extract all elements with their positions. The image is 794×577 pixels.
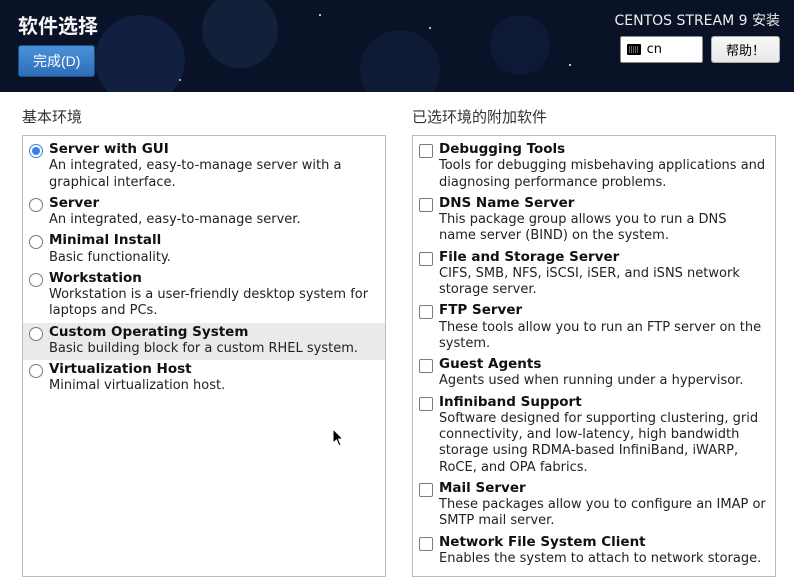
checkbox-icon[interactable]: [419, 537, 433, 551]
addon-item-label: Mail Server: [439, 480, 526, 496]
addon-item-desc: Agents used when running under a hypervi…: [439, 373, 743, 388]
addon-item-label: Network File System Client: [439, 534, 646, 550]
addon-item-desc: These packages allow you to configure an…: [439, 497, 766, 528]
checkbox-icon[interactable]: [419, 397, 433, 411]
addon-item-label: Guest Agents: [439, 356, 541, 372]
addon-item-desc: Tools for debugging misbehaving applicat…: [439, 158, 765, 189]
addon-item-label: DNS Name Server: [439, 195, 574, 211]
env-item-label: Server: [49, 195, 99, 211]
addon-item[interactable]: Infiniband SupportSoftware designed for …: [413, 393, 775, 479]
content: 基本环境 Server with GUIAn integrated, easy-…: [0, 92, 794, 577]
checkbox-icon[interactable]: [419, 359, 433, 373]
header: 软件选择 完成(D) CENTOS STREAM 9 安装 cn 帮助！: [0, 0, 794, 92]
addons-column: 已选环境的附加软件 Debugging ToolsTools for debug…: [412, 106, 776, 577]
addon-item[interactable]: DNS Name ServerThis package group allows…: [413, 194, 775, 248]
addon-item[interactable]: Debugging ToolsTools for debugging misbe…: [413, 140, 775, 194]
base-environment-title: 基本环境: [22, 106, 386, 127]
addon-item-label: Debugging Tools: [439, 141, 565, 157]
addon-item[interactable]: Network File System ClientEnables the sy…: [413, 533, 775, 571]
env-item[interactable]: ServerAn integrated, easy-to-manage serv…: [23, 194, 385, 232]
keyboard-layout-label: cn: [647, 42, 662, 57]
env-item[interactable]: Minimal Install Basic functionality.: [23, 231, 385, 269]
env-item-label: Virtualization Host: [49, 361, 192, 377]
radio-icon[interactable]: [29, 235, 43, 249]
keyboard-layout-selector[interactable]: cn: [620, 36, 703, 63]
checkbox-icon[interactable]: [419, 305, 433, 319]
addons-title: 已选环境的附加软件: [412, 106, 776, 127]
addon-item-label: FTP Server: [439, 302, 522, 318]
checkbox-icon[interactable]: [419, 483, 433, 497]
addons-list[interactable]: Debugging ToolsTools for debugging misbe…: [412, 135, 776, 577]
env-item[interactable]: Server with GUIAn integrated, easy-to-ma…: [23, 140, 385, 194]
addon-item[interactable]: File and Storage ServerCIFS, SMB, NFS, i…: [413, 248, 775, 302]
radio-icon[interactable]: [29, 327, 43, 341]
checkbox-icon[interactable]: [419, 144, 433, 158]
env-item-desc: An integrated, easy-to-manage server.: [49, 212, 301, 227]
env-item-desc: An integrated, easy-to-manage server wit…: [49, 158, 341, 189]
checkbox-icon[interactable]: [419, 252, 433, 266]
addon-item-desc: Enables the system to attach to network …: [439, 551, 761, 566]
env-item-desc: Basic functionality.: [49, 250, 171, 265]
addon-item-desc: Software designed for supporting cluster…: [439, 411, 758, 475]
base-environment-list[interactable]: Server with GUIAn integrated, easy-to-ma…: [22, 135, 386, 577]
env-item-label: Server with GUI: [49, 141, 169, 157]
addon-item-label: File and Storage Server: [439, 249, 619, 265]
done-button[interactable]: 完成(D): [18, 45, 95, 77]
addon-item[interactable]: Mail ServerThese packages allow you to c…: [413, 479, 775, 533]
env-item-desc: Workstation is a user-friendly desktop s…: [49, 287, 368, 318]
help-button[interactable]: 帮助！: [711, 36, 780, 63]
env-item-desc: Minimal virtualization host.: [49, 378, 225, 393]
addon-item-desc: These tools allow you to run an FTP serv…: [439, 320, 761, 351]
checkbox-icon[interactable]: [419, 198, 433, 212]
addon-item-label: Infiniband Support: [439, 394, 582, 410]
header-right: CENTOS STREAM 9 安装 cn 帮助！: [615, 10, 780, 63]
env-item-label: Workstation: [49, 270, 142, 286]
base-environment-column: 基本环境 Server with GUIAn integrated, easy-…: [22, 106, 386, 577]
env-item-label: Custom Operating System: [49, 324, 248, 340]
radio-icon[interactable]: [29, 273, 43, 287]
addon-item[interactable]: Guest AgentsAgents used when running und…: [413, 355, 775, 393]
addon-item-desc: This package group allows you to run a D…: [439, 212, 727, 243]
env-item[interactable]: WorkstationWorkstation is a user-friendl…: [23, 269, 385, 323]
install-title: CENTOS STREAM 9 安装: [615, 10, 780, 30]
radio-icon[interactable]: [29, 364, 43, 378]
env-item-label: Minimal Install: [49, 232, 161, 248]
env-item-desc: Basic building block for a custom RHEL s…: [49, 341, 358, 356]
radio-icon[interactable]: [29, 144, 43, 158]
addon-item[interactable]: FTP Server These tools allow you to run a…: [413, 301, 775, 355]
addon-item-desc: CIFS, SMB, NFS, iSCSI, iSER, and iSNS ne…: [439, 266, 740, 297]
env-item[interactable]: Custom Operating SystemBasic building bl…: [23, 323, 385, 361]
env-item[interactable]: Virtualization HostMinimal virtualizatio…: [23, 360, 385, 398]
keyboard-icon: [627, 44, 641, 55]
radio-icon[interactable]: [29, 198, 43, 212]
